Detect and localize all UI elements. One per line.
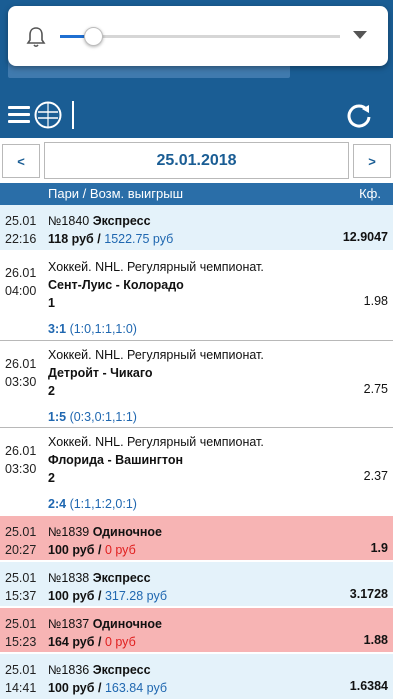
event-league: Хоккей. NHL. Регулярный чемпионат. [48, 348, 264, 362]
coef-column-header: Кф. [359, 186, 381, 201]
refresh-icon[interactable] [345, 102, 373, 130]
bet-stake: 164 руб [48, 635, 95, 649]
bet-day: 25.01 [5, 214, 37, 228]
bet-win: 317.28 руб [104, 589, 168, 603]
bet-coef: 12.9047 [342, 230, 388, 244]
bet-day: 25.01 [5, 525, 37, 539]
bet-win: 1522.75 руб [104, 232, 174, 246]
bet-row[interactable]: 25.01 22:16 №1840 Экспресс 118 руб / 1522… [0, 205, 393, 252]
event-time: 04:00 [5, 284, 37, 298]
event-periods: (1:0,1:1,1:0) [69, 322, 137, 336]
bets-column-header: Пари / Возм. выигрыш [48, 186, 184, 201]
bet-time: 14:41 [5, 681, 37, 695]
bet-list: 25.01 22:16 №1840 Экспресс 118 руб / 1522… [0, 205, 393, 699]
event-coef: 1.98 [363, 294, 388, 308]
bet-type: Одиночное [92, 525, 163, 539]
bet-number: №1839 [48, 525, 90, 539]
volume-panel [8, 6, 388, 66]
event-time: 03:30 [5, 375, 37, 389]
event-score: 2:4 [48, 497, 67, 511]
event-pick: 2 [48, 471, 55, 485]
bet-row[interactable]: 25.01 15:23 №1837 Одиночное 164 руб / 0 р… [0, 608, 393, 654]
bet-day: 25.01 [5, 617, 37, 631]
prev-date-button[interactable]: < [2, 144, 40, 178]
bet-time: 15:37 [5, 589, 37, 603]
event-match: Сент-Луис - Колорадо [48, 278, 184, 292]
event-score: 1:5 [48, 410, 67, 424]
app-bar [0, 92, 393, 138]
bet-coef: 1.88 [363, 633, 388, 647]
hamburger-icon[interactable] [8, 106, 30, 124]
bet-stake: 118 руб [48, 232, 94, 246]
event-coef: 2.75 [363, 382, 388, 396]
date-navigation: < 25.01.2018 > [0, 138, 393, 183]
bet-number: №1836 [48, 663, 90, 677]
event-league: Хоккей. NHL. Регулярный чемпионат. [48, 435, 264, 449]
bet-time: 22:16 [5, 232, 37, 246]
event-day: 26.01 [5, 357, 37, 371]
event-row[interactable]: 26.01 03:30 Хоккей. NHL. Регулярный чемпи… [0, 428, 393, 516]
bet-type: Экспресс [92, 663, 151, 677]
bet-win: 0 руб [104, 543, 136, 557]
bet-coef: 1.9 [370, 541, 388, 555]
bet-coef: 3.1728 [349, 587, 388, 601]
event-pick: 1 [48, 296, 55, 310]
selected-date[interactable]: 25.01.2018 [44, 142, 349, 179]
chevron-down-icon[interactable] [353, 31, 367, 39]
event-match: Флорида - Вашингтон [48, 453, 184, 467]
bet-number: №1837 [48, 617, 90, 631]
event-periods: (1:1,1:2,0:1) [69, 497, 137, 511]
event-match: Детройт - Чикаго [48, 366, 153, 380]
event-pick: 2 [48, 384, 55, 398]
event-league: Хоккей. NHL. Регулярный чемпионат. [48, 260, 264, 274]
event-row[interactable]: 26.01 04:00 Хоккей. NHL. Регулярный чемпи… [0, 252, 393, 341]
event-coef: 2.37 [363, 469, 388, 483]
betcity-logo-icon [34, 101, 62, 129]
event-periods: (0:3,0:1,1:1) [69, 410, 137, 424]
bet-day: 25.01 [5, 663, 37, 677]
bet-coef: 1.6384 [349, 679, 388, 693]
bet-type: Одиночное [92, 617, 163, 631]
bell-icon[interactable] [26, 26, 46, 48]
list-header: Пари / Возм. выигрыш Кф. [0, 183, 393, 205]
next-date-button[interactable]: > [353, 144, 391, 178]
bet-time: 15:23 [5, 635, 37, 649]
event-day: 26.01 [5, 444, 37, 458]
bet-stake: 100 руб [48, 681, 95, 695]
bet-row[interactable]: 25.01 20:27 №1839 Одиночное 100 руб / 0 р… [0, 516, 393, 562]
event-day: 26.01 [5, 266, 37, 280]
bet-stake: 100 руб [48, 589, 95, 603]
event-row[interactable]: 26.01 03:30 Хоккей. NHL. Регулярный чемпи… [0, 341, 393, 428]
bet-stake: 100 руб [48, 543, 95, 557]
bet-day: 25.01 [5, 571, 37, 585]
bet-win: 0 руб [104, 635, 136, 649]
event-score: 3:1 [48, 322, 67, 336]
bet-row[interactable]: 25.01 14:41 №1836 Экспресс 100 руб / 163.… [0, 654, 393, 699]
logo-divider [72, 101, 74, 129]
bet-number: №1840 [48, 214, 90, 228]
event-time: 03:30 [5, 462, 37, 476]
volume-slider-thumb[interactable] [84, 27, 103, 46]
bet-type: Экспресс [92, 571, 151, 585]
bet-win: 163.84 руб [104, 681, 168, 695]
bet-type: Экспресс [92, 214, 151, 228]
bet-number: №1838 [48, 571, 90, 585]
volume-slider[interactable] [60, 27, 340, 46]
bet-row[interactable]: 25.01 15:37 №1838 Экспресс 100 руб / 317.… [0, 562, 393, 608]
bet-time: 20:27 [5, 543, 37, 557]
